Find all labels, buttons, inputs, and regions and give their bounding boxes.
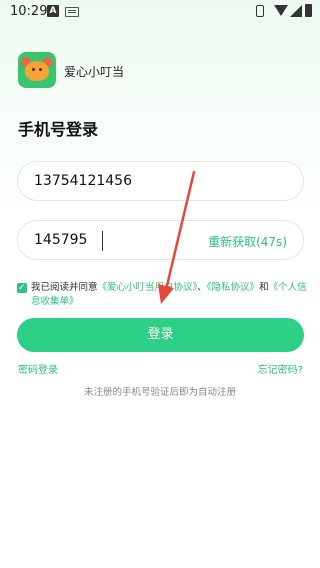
annotation-arrow bbox=[158, 170, 196, 304]
